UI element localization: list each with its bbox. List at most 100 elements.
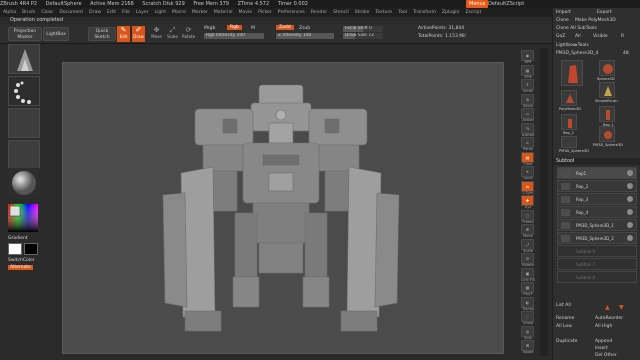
rename-button[interactable]: Rename xyxy=(556,315,590,322)
menu-item[interactable]: Zplugin xyxy=(442,8,459,17)
subtool-row-empty[interactable]: Subtool 8 xyxy=(557,271,637,283)
eye-icon[interactable] xyxy=(627,183,633,189)
default-script[interactable]: DefaultZScript xyxy=(488,0,524,8)
menu-item[interactable]: Alpha xyxy=(3,8,16,17)
menu-item[interactable]: Texture xyxy=(375,8,392,17)
main-color-swatch[interactable] xyxy=(8,243,22,255)
make-polymesh-button[interactable]: Make PolyMesh3D xyxy=(575,17,637,24)
z-intensity-slider[interactable]: Z Intensity 100 xyxy=(276,33,334,39)
export-button[interactable]: Export xyxy=(597,9,637,16)
list-all-button[interactable]: List All xyxy=(556,302,586,309)
subtool-row[interactable]: Rep_3 xyxy=(557,193,637,205)
menus-button[interactable]: Menus xyxy=(466,0,489,8)
gradient-label[interactable]: Gradient xyxy=(8,236,28,241)
menu-item[interactable]: Tool xyxy=(398,8,407,17)
autoreorder-button[interactable]: AutoReorder xyxy=(595,315,637,322)
document-canvas[interactable] xyxy=(62,62,504,354)
menu-item[interactable]: Picker xyxy=(258,8,272,17)
projection-master-button[interactable]: Projection Master xyxy=(8,27,42,41)
menu-item[interactable]: Zscript xyxy=(465,8,481,17)
menu-item[interactable]: Movie xyxy=(238,8,252,17)
subtool-row[interactable]: Rep_4 xyxy=(557,206,637,218)
tool-thumb-rep2[interactable] xyxy=(561,114,577,130)
subtool-header[interactable]: Subtool xyxy=(553,158,640,165)
duplicate-button[interactable]: Duplicate xyxy=(556,338,590,345)
tool-thumb-pm3d-sphere3d-2[interactable] xyxy=(561,136,577,148)
eye-icon[interactable] xyxy=(627,170,633,176)
menu-item[interactable]: Document xyxy=(59,8,83,17)
menu-item[interactable]: Macro xyxy=(172,8,186,17)
quick-sketch-button[interactable]: Quick Sketch xyxy=(88,27,116,41)
subtool-row[interactable]: Rep1 xyxy=(557,167,637,179)
draw-size-slider[interactable]: Draw Size 72 xyxy=(343,33,383,39)
del-other-button[interactable]: Del Other xyxy=(595,352,637,359)
eye-icon[interactable] xyxy=(627,209,633,215)
current-tool-name[interactable]: PM3D_Sphere3D_4 xyxy=(556,50,606,57)
color-picker[interactable] xyxy=(8,204,40,232)
tool-thumb-sphere3d[interactable] xyxy=(599,60,615,76)
arrow-up-icon[interactable]: ▲ xyxy=(605,304,610,311)
zsub-toggle[interactable]: Zsub xyxy=(299,26,310,31)
tool-thumb-polymesh3d[interactable] xyxy=(561,90,577,106)
rotate-mode-button[interactable]: ⟳ Rotate xyxy=(182,26,195,42)
all-button[interactable]: All xyxy=(575,33,589,40)
edit-mode-button[interactable]: ✎ Edit xyxy=(117,26,130,42)
menu-item[interactable]: Material xyxy=(214,8,233,17)
switch-color-label[interactable]: SwitchColor xyxy=(8,258,35,263)
subtool-row-empty[interactable]: Subtool 7 xyxy=(557,258,637,270)
rgb-toggle[interactable]: Rgb xyxy=(227,25,242,30)
append-button[interactable]: Append xyxy=(595,338,637,345)
tool-thumb-simplebrush[interactable] xyxy=(599,82,615,98)
move-mode-button[interactable]: ✥ Move xyxy=(150,26,163,42)
stroke-slot[interactable] xyxy=(8,76,40,106)
arrow-down-icon[interactable]: ▼ xyxy=(619,304,624,311)
menu-item[interactable]: Marker xyxy=(192,8,208,17)
secondary-color-swatch[interactable] xyxy=(24,243,38,255)
subtool-row-empty[interactable]: Subtool 6 xyxy=(557,245,637,257)
clone-button[interactable]: Clone xyxy=(556,17,576,24)
viewport-scrollbar[interactable] xyxy=(540,48,548,356)
draw-mode-button[interactable]: ✐ Draw xyxy=(132,26,145,42)
menu-item[interactable]: Edit xyxy=(107,8,116,17)
subtool-row[interactable]: PM3D_Sphere3D_2 xyxy=(557,232,637,244)
menu-item[interactable]: Light xyxy=(155,8,166,17)
menu-item[interactable]: Stencil xyxy=(333,8,349,17)
subtool-row[interactable]: Rep_2 xyxy=(557,180,637,192)
alpha-slot[interactable] xyxy=(8,108,40,138)
subtool-row[interactable]: PM3D_Sphere3D_1 xyxy=(557,219,637,231)
lightbox-button[interactable]: LightBox xyxy=(43,27,69,41)
lightbox-tools-button[interactable]: Lightbox▸Tools xyxy=(556,42,637,49)
all-high-button[interactable]: All High xyxy=(595,323,637,330)
visible-button[interactable]: Visible xyxy=(593,33,615,40)
scale-mode-button[interactable]: ⤢ Scale xyxy=(166,26,179,42)
m-toggle[interactable]: M xyxy=(251,26,255,31)
tool-thumb-pm3d-sphere3d[interactable] xyxy=(599,126,615,142)
rgb-intensity-slider[interactable]: Rgb Intensity 100 xyxy=(204,33,264,39)
menu-item[interactable]: Transform xyxy=(413,8,436,17)
brush-slot[interactable] xyxy=(8,44,40,74)
insert-button[interactable]: Insert xyxy=(595,345,637,352)
menu-item[interactable]: File xyxy=(122,8,130,17)
material-slot[interactable] xyxy=(8,168,40,198)
all-low-button[interactable]: All Low xyxy=(556,323,590,330)
menu-item[interactable]: Draw xyxy=(89,8,101,17)
mrgb-toggle[interactable]: Mrgb xyxy=(204,26,215,31)
tool-thumb-rep1[interactable] xyxy=(599,106,615,122)
eye-icon[interactable] xyxy=(627,222,633,228)
menu-item[interactable]: Layer xyxy=(136,8,149,17)
r-button[interactable]: R xyxy=(621,33,629,40)
current-tool-thumb[interactable] xyxy=(561,60,583,86)
menu-item[interactable]: Render xyxy=(311,8,327,17)
eye-icon[interactable] xyxy=(627,196,633,202)
zadd-toggle[interactable]: Zadd xyxy=(276,25,294,30)
eye-icon[interactable] xyxy=(627,235,633,241)
focal-shift-slider[interactable]: Focal Shift 0 xyxy=(343,26,383,32)
import-button[interactable]: Import xyxy=(556,9,594,16)
menu-item[interactable]: Preferences xyxy=(278,8,305,17)
alternate-button[interactable]: Alternate xyxy=(8,265,33,270)
menu-item[interactable]: Stroke xyxy=(355,8,370,17)
texture-slot[interactable] xyxy=(8,140,40,170)
menu-item[interactable]: Color xyxy=(41,8,53,17)
clone-all-subtools-button[interactable]: Clone All SubTools xyxy=(556,25,637,32)
menu-item[interactable]: Brush xyxy=(22,8,35,17)
